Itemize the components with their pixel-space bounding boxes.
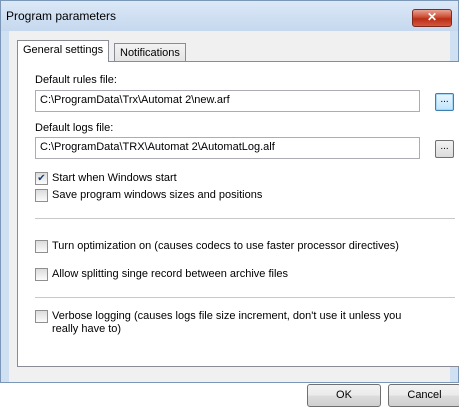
default-rules-file-input[interactable]: C:\ProgramData\Trx\Automat 2\new.arf (35, 90, 420, 112)
dialog-client-area: General settings Notifications Default r… (9, 31, 459, 407)
default-logs-file-input[interactable]: C:\ProgramData\TRX\Automat 2\AutomatLog.… (35, 137, 420, 159)
allow-splitting-label: Allow splitting singe record between arc… (52, 268, 289, 280)
cancel-button[interactable]: Cancel (388, 384, 459, 407)
general-settings-panel: Default rules file: C:\ProgramData\Trx\A… (17, 61, 459, 367)
save-window-sizes-label: Save program windows sizes and positions (52, 189, 263, 201)
start-with-windows-label: Start when Windows start (52, 172, 177, 184)
allow-splitting-checkbox[interactable] (35, 268, 48, 281)
separator (35, 297, 455, 298)
optimization-checkbox[interactable] (35, 240, 48, 253)
save-window-sizes-checkbox[interactable] (35, 189, 48, 202)
tab-general-settings[interactable]: General settings (17, 40, 110, 62)
browse-rules-file-button[interactable]: ... (435, 93, 454, 111)
program-parameters-dialog: Program parameters ✕ General settings No… (0, 0, 459, 407)
checkmark-icon: ✔ (37, 173, 46, 184)
tab-notifications[interactable]: Notifications (114, 43, 186, 63)
optimization-label: Turn optimization on (causes codecs to u… (52, 240, 399, 252)
close-button[interactable]: ✕ (412, 9, 452, 27)
start-with-windows-checkbox[interactable]: ✔ (35, 172, 48, 185)
browse-logs-file-button[interactable]: ... (435, 140, 454, 158)
separator (35, 218, 455, 219)
window-title: Program parameters (6, 9, 117, 23)
verbose-logging-label: Verbose logging (causes logs file size i… (52, 310, 402, 335)
close-icon: ✕ (426, 10, 438, 24)
default-logs-file-label: Default logs file: (35, 122, 114, 134)
ok-button[interactable]: OK (307, 384, 381, 407)
default-rules-file-label: Default rules file: (35, 74, 117, 86)
tab-notifications-label: Notifications (120, 47, 180, 59)
title-bar[interactable]: Program parameters ✕ (1, 1, 458, 31)
verbose-logging-checkbox[interactable] (35, 310, 48, 323)
tab-general-settings-label: General settings (23, 44, 104, 56)
verbose-logging-option[interactable]: Verbose logging (causes logs file size i… (35, 310, 435, 340)
